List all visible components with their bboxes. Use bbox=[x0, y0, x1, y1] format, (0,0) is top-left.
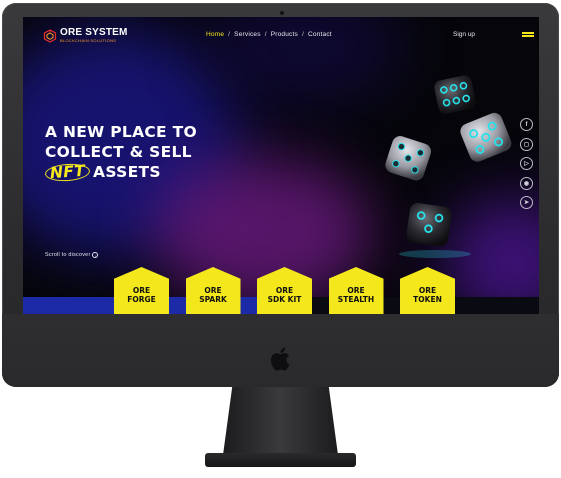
product-line-2: SPARK bbox=[199, 294, 227, 304]
cube-logo-icon bbox=[43, 28, 57, 43]
nav-separator: / bbox=[264, 31, 267, 38]
nav-link-services[interactable]: Services bbox=[234, 31, 261, 38]
monitor-stand bbox=[223, 387, 338, 455]
website-screen: ORE SYSTEM BLOCKCHAIN SOLUTIONS Home / S… bbox=[23, 17, 539, 314]
logo-subtitle: BLOCKCHAIN SOLUTIONS bbox=[60, 38, 117, 43]
hero-line-3: NFT ASSETS bbox=[44, 162, 197, 183]
signup-link[interactable]: Sign up bbox=[453, 31, 475, 38]
dice-illustration bbox=[385, 75, 512, 258]
nav-link-products[interactable]: Products bbox=[271, 31, 298, 38]
camera-icon[interactable]: ◉ bbox=[520, 176, 533, 190]
instagram-icon[interactable]: ◻ bbox=[520, 137, 533, 151]
product-ore-forge[interactable]: ORE FORGE bbox=[114, 267, 169, 314]
youtube-icon[interactable]: ▷ bbox=[520, 157, 533, 170]
hero-headline: A NEW PLACE TO COLLECT & SELL NFT ASSETS bbox=[44, 122, 197, 183]
die-right bbox=[460, 112, 512, 162]
product-ore-sdk-kit[interactable]: ORE SDK KIT bbox=[257, 267, 312, 314]
monitor-stand-foot bbox=[205, 453, 356, 467]
product-line-1: ORE bbox=[204, 285, 222, 295]
product-line-2: STEALTH bbox=[337, 294, 375, 304]
logo-title: ORE SYSTEM bbox=[60, 27, 128, 38]
nav-link-contact[interactable]: Contact bbox=[308, 31, 332, 38]
scroll-hint[interactable]: Scroll to discover ↓ bbox=[45, 252, 99, 258]
scroll-hint-label: Scroll to discover bbox=[45, 252, 91, 258]
arrow-down-circle-icon: ↓ bbox=[92, 252, 99, 258]
die-left bbox=[385, 136, 431, 181]
facebook-icon[interactable]: f bbox=[520, 118, 533, 131]
product-line-2: FORGE bbox=[127, 294, 156, 304]
apple-logo-icon bbox=[270, 347, 290, 371]
die-top bbox=[434, 75, 476, 114]
product-ore-spark[interactable]: ORE SPARK bbox=[185, 267, 241, 314]
hero-line-1: A NEW PLACE TO bbox=[45, 123, 197, 141]
product-ore-stealth[interactable]: ORE STEALTH bbox=[328, 267, 384, 314]
main-menu: Home / Services / Products / Contact bbox=[206, 31, 332, 38]
die-bottom bbox=[406, 203, 452, 247]
product-tiles: ORE FORGE ORE SPARK ORE SDK KIT ORE STEA… bbox=[114, 267, 472, 314]
imac-mockup: ORE SYSTEM BLOCKCHAIN SOLUTIONS Home / S… bbox=[0, 0, 561, 478]
product-line-2: SDK KIT bbox=[267, 294, 302, 304]
hero-line-3-text: ASSETS bbox=[93, 163, 161, 181]
camera-dot bbox=[280, 11, 284, 15]
product-ore-token[interactable]: ORE TOKEN bbox=[400, 267, 455, 314]
product-line-1: ORE bbox=[347, 285, 365, 295]
social-links: f ◻ ▷ ◉ ➤ bbox=[520, 118, 534, 216]
site-logo[interactable]: ORE SYSTEM BLOCKCHAIN SOLUTIONS bbox=[43, 28, 128, 43]
nft-badge: NFT bbox=[44, 162, 91, 183]
product-line-2: TOKEN bbox=[413, 294, 442, 304]
nav-separator: / bbox=[228, 31, 231, 38]
product-line-1: ORE bbox=[132, 285, 151, 295]
nav-link-home[interactable]: Home bbox=[206, 31, 224, 38]
hamburger-menu-icon[interactable] bbox=[522, 32, 534, 39]
product-line-1: ORE bbox=[418, 285, 437, 295]
top-navigation: ORE SYSTEM BLOCKCHAIN SOLUTIONS Home / S… bbox=[23, 17, 539, 53]
product-line-1: ORE bbox=[275, 285, 294, 295]
telegram-icon[interactable]: ➤ bbox=[520, 196, 533, 209]
nav-separator: / bbox=[301, 31, 304, 38]
hero-line-2: COLLECT & SELL bbox=[45, 143, 192, 161]
